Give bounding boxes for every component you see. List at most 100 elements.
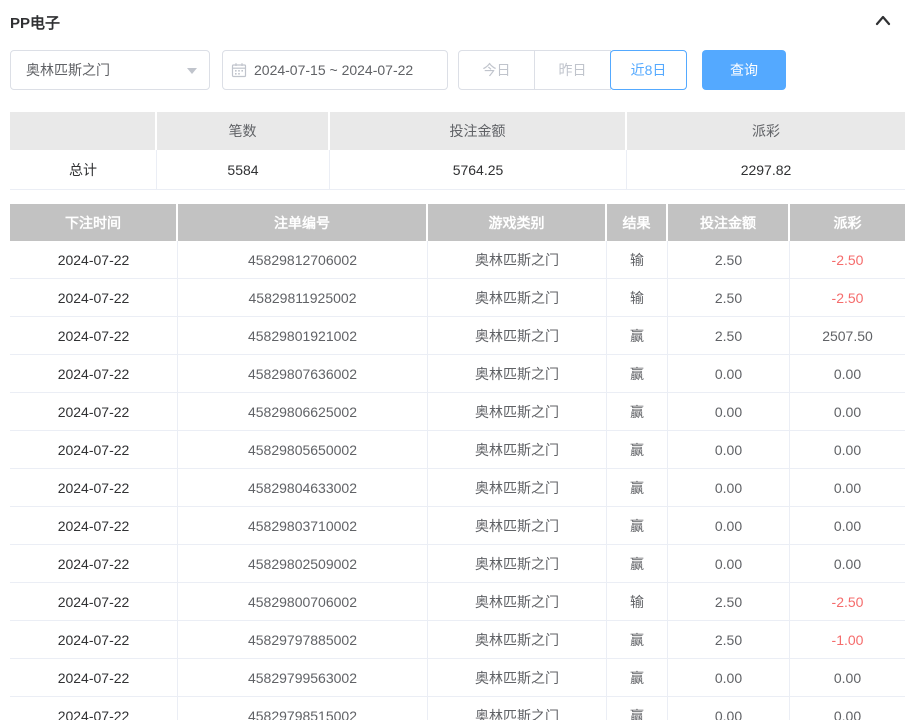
cell-game-type: 奥林匹斯之门 xyxy=(428,279,607,317)
cell-bet-time: 2024-07-22 xyxy=(10,241,178,279)
summary-table: 笔数 投注金额 派彩 总计 5584 5764.25 2297.82 xyxy=(10,112,905,190)
cell-game-type: 奥林匹斯之门 xyxy=(428,241,607,279)
cell-bet-time: 2024-07-22 xyxy=(10,507,178,545)
cell-game-type: 奥林匹斯之门 xyxy=(428,659,607,697)
summary-header-count: 笔数 xyxy=(157,112,330,150)
cell-order-id: 45829803710002 xyxy=(178,507,428,545)
cell-result: 赢 xyxy=(607,393,668,431)
cell-result: 赢 xyxy=(607,317,668,355)
yesterday-button[interactable]: 昨日 xyxy=(534,50,611,90)
header-bet-amount: 投注金额 xyxy=(668,204,790,241)
table-row: 2024-07-2245829801921002奥林匹斯之门赢2.502507.… xyxy=(10,317,905,355)
cell-bet-amount: 0.00 xyxy=(668,393,790,431)
cell-result: 赢 xyxy=(607,545,668,583)
table-row: 2024-07-2245829802509002奥林匹斯之门赢0.000.00 xyxy=(10,545,905,583)
cell-order-id: 45829797885002 xyxy=(178,621,428,659)
cell-result: 赢 xyxy=(607,431,668,469)
cell-order-id: 45829799563002 xyxy=(178,659,428,697)
cell-bet-amount: 2.50 xyxy=(668,317,790,355)
cell-bet-amount: 2.50 xyxy=(668,621,790,659)
summary-total-row: 总计 5584 5764.25 2297.82 xyxy=(10,150,905,190)
query-button[interactable]: 查询 xyxy=(702,50,786,90)
table-row: 2024-07-2245829799563002奥林匹斯之门赢0.000.00 xyxy=(10,659,905,697)
cell-bet-amount: 0.00 xyxy=(668,659,790,697)
summary-total-payout: 2297.82 xyxy=(627,150,905,190)
cell-bet-time: 2024-07-22 xyxy=(10,621,178,659)
cell-bet-amount: 0.00 xyxy=(668,545,790,583)
cell-bet-amount: 0.00 xyxy=(668,355,790,393)
cell-payout: 0.00 xyxy=(790,355,905,393)
header-payout: 派彩 xyxy=(790,204,905,241)
header-game-type: 游戏类别 xyxy=(428,204,607,241)
cell-result: 赢 xyxy=(607,659,668,697)
cell-payout: -2.50 xyxy=(790,583,905,621)
summary-header-blank xyxy=(10,112,157,150)
cell-payout: 0.00 xyxy=(790,469,905,507)
game-select[interactable]: 奥林匹斯之门 xyxy=(10,50,210,90)
cell-order-id: 45829798515002 xyxy=(178,697,428,720)
cell-payout: 0.00 xyxy=(790,431,905,469)
cell-payout: 0.00 xyxy=(790,545,905,583)
cell-result: 赢 xyxy=(607,355,668,393)
summary-total-count: 5584 xyxy=(157,150,330,190)
summary-total-label: 总计 xyxy=(10,150,157,190)
cell-bet-time: 2024-07-22 xyxy=(10,469,178,507)
cell-order-id: 45829811925002 xyxy=(178,279,428,317)
cell-game-type: 奥林匹斯之门 xyxy=(428,621,607,659)
cell-payout: 0.00 xyxy=(790,697,905,720)
chevron-up-icon xyxy=(873,13,893,32)
cell-bet-amount: 2.50 xyxy=(668,241,790,279)
cell-order-id: 45829805650002 xyxy=(178,431,428,469)
cell-bet-time: 2024-07-22 xyxy=(10,659,178,697)
cell-result: 输 xyxy=(607,241,668,279)
cell-bet-amount: 2.50 xyxy=(668,583,790,621)
game-select-value: 奥林匹斯之门 xyxy=(26,60,110,80)
header-order-id: 注单编号 xyxy=(178,204,428,241)
header-result: 结果 xyxy=(607,204,668,241)
cell-game-type: 奥林匹斯之门 xyxy=(428,507,607,545)
cell-result: 赢 xyxy=(607,469,668,507)
table-row: 2024-07-2245829811925002奥林匹斯之门输2.50-2.50 xyxy=(10,279,905,317)
cell-game-type: 奥林匹斯之门 xyxy=(428,697,607,720)
table-row: 2024-07-2245829798515002奥林匹斯之门赢0.000.00 xyxy=(10,697,905,720)
summary-header-payout: 派彩 xyxy=(627,112,905,150)
cell-payout: 0.00 xyxy=(790,659,905,697)
filter-controls: 奥林匹斯之门 2024-07-15 ~ 2024-07-22 今日 昨日 近8日… xyxy=(10,50,905,90)
summary-header-row: 笔数 投注金额 派彩 xyxy=(10,112,905,150)
cell-game-type: 奥林匹斯之门 xyxy=(428,583,607,621)
cell-bet-amount: 2.50 xyxy=(668,279,790,317)
cell-game-type: 奥林匹斯之门 xyxy=(428,469,607,507)
cell-bet-time: 2024-07-22 xyxy=(10,317,178,355)
bet-table: 下注时间 注单编号 游戏类别 结果 投注金额 派彩 2024-07-224582… xyxy=(10,204,905,720)
cell-payout: 2507.50 xyxy=(790,317,905,355)
summary-total-bet-amount: 5764.25 xyxy=(330,150,627,190)
table-row: 2024-07-2245829805650002奥林匹斯之门赢0.000.00 xyxy=(10,431,905,469)
table-row: 2024-07-2245829807636002奥林匹斯之门赢0.000.00 xyxy=(10,355,905,393)
cell-game-type: 奥林匹斯之门 xyxy=(428,317,607,355)
cell-game-type: 奥林匹斯之门 xyxy=(428,393,607,431)
cell-order-id: 45829806625002 xyxy=(178,393,428,431)
cell-payout: 0.00 xyxy=(790,393,905,431)
page: PP电子 奥林匹斯之门 xyxy=(0,0,915,720)
cell-payout: -1.00 xyxy=(790,621,905,659)
cell-bet-amount: 0.00 xyxy=(668,431,790,469)
cell-game-type: 奥林匹斯之门 xyxy=(428,545,607,583)
last-8-days-button[interactable]: 近8日 xyxy=(610,50,687,90)
bet-table-header: 下注时间 注单编号 游戏类别 结果 投注金额 派彩 xyxy=(10,204,905,241)
cell-payout: -2.50 xyxy=(790,279,905,317)
cell-result: 输 xyxy=(607,583,668,621)
collapse-button[interactable] xyxy=(873,13,893,32)
cell-bet-amount: 0.00 xyxy=(668,469,790,507)
table-row: 2024-07-2245829804633002奥林匹斯之门赢0.000.00 xyxy=(10,469,905,507)
cell-result: 输 xyxy=(607,279,668,317)
cell-result: 赢 xyxy=(607,697,668,720)
cell-bet-time: 2024-07-22 xyxy=(10,697,178,720)
cell-payout: -2.50 xyxy=(790,241,905,279)
cell-order-id: 45829800706002 xyxy=(178,583,428,621)
section-title: PP电子 xyxy=(10,12,60,33)
today-button[interactable]: 今日 xyxy=(458,50,535,90)
date-range-input[interactable]: 2024-07-15 ~ 2024-07-22 xyxy=(222,50,448,90)
cell-bet-time: 2024-07-22 xyxy=(10,431,178,469)
table-row: 2024-07-2245829803710002奥林匹斯之门赢0.000.00 xyxy=(10,507,905,545)
cell-bet-time: 2024-07-22 xyxy=(10,279,178,317)
